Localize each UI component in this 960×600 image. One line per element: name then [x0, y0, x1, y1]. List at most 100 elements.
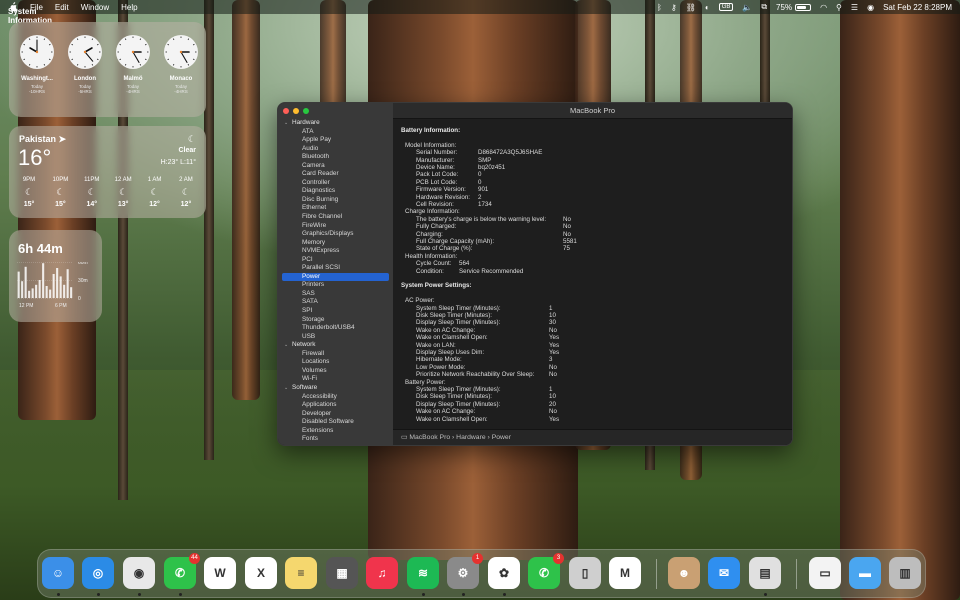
- sidebar-item-apple-pay[interactable]: Apple Pay: [282, 136, 389, 145]
- wifi-icon[interactable]: ◠: [820, 3, 827, 12]
- sidebar-item-thunderbolt-usb4[interactable]: Thunderbolt/USB4: [282, 324, 389, 333]
- sidebar-item-power[interactable]: Power: [282, 272, 389, 282]
- sidebar-item-nvmexpress[interactable]: NVMExpress: [282, 247, 389, 256]
- sidebar-item-card-reader[interactable]: Card Reader: [282, 170, 389, 179]
- sidebar-item-disc-burning[interactable]: Disc Burning: [282, 196, 389, 205]
- close-button[interactable]: [283, 108, 289, 114]
- bluetooth-icon[interactable]: ᛒ: [657, 3, 662, 12]
- path-item[interactable]: Hardware: [456, 434, 485, 441]
- property-value: 0: [478, 178, 482, 186]
- dock-finder[interactable]: ☺: [42, 557, 74, 589]
- sidebar-item-printers[interactable]: Printers: [282, 281, 389, 290]
- sidebar-item-pci[interactable]: PCI: [282, 256, 389, 265]
- sidebar-group-network[interactable]: ⌄ Network: [282, 341, 389, 350]
- battery-status[interactable]: 75%: [776, 3, 812, 12]
- menu-edit[interactable]: Edit: [55, 3, 69, 12]
- siri-icon[interactable]: ◉: [867, 3, 874, 12]
- world-clock[interactable]: Washingt... Today -10HRS: [17, 34, 57, 94]
- screen-time-widget[interactable]: 6h 44m 60m 30m 0 12 PM 6 PM: [9, 230, 102, 322]
- dock-mail[interactable]: ✉: [708, 557, 740, 589]
- sidebar-item-audio[interactable]: Audio: [282, 145, 389, 154]
- link-icon[interactable]: ⛓: [686, 3, 696, 12]
- sidebar-item-parallel-scsi[interactable]: Parallel SCSI: [282, 264, 389, 273]
- sidebar-item-locations[interactable]: Locations: [282, 358, 389, 367]
- sidebar-item-ethernet[interactable]: Ethernet: [282, 204, 389, 213]
- weather-widget[interactable]: Pakistan ➤ 16° ☾ Clear H:23° L:11° 9PM ☾…: [9, 126, 206, 218]
- path-item[interactable]: MacBook Pro: [409, 434, 450, 441]
- dock-whatsapp-business[interactable]: ✆ 3: [528, 553, 564, 589]
- sidebar-item-wi-fi[interactable]: Wi-Fi: [282, 375, 389, 384]
- dock-app-m[interactable]: M: [609, 557, 641, 589]
- control-center-icon[interactable]: ☰: [851, 3, 858, 12]
- dock-notes[interactable]: ≡: [285, 557, 317, 589]
- sidebar-item-extensions[interactable]: Extensions: [282, 427, 389, 436]
- screen-time-y-label: 0: [78, 296, 81, 302]
- sidebar-item-sata[interactable]: SATA: [282, 298, 389, 307]
- dock-whatsapp[interactable]: ✆ 44: [164, 553, 200, 589]
- dock-safari[interactable]: ◎: [82, 557, 114, 589]
- sidebar-item-bluetooth[interactable]: Bluetooth: [282, 153, 389, 162]
- sidebar-item-sas[interactable]: SAS: [282, 290, 389, 299]
- sidebar-item-controller[interactable]: Controller: [282, 179, 389, 188]
- dock-chatgpt[interactable]: ✿: [488, 557, 520, 589]
- property-value: 1: [549, 304, 553, 312]
- path-item[interactable]: Power: [492, 434, 511, 441]
- excel-icon: X: [256, 566, 265, 580]
- sidebar-item-spi[interactable]: SPI: [282, 307, 389, 316]
- property-key: Health Information:: [405, 252, 458, 260]
- sidebar-item-applications[interactable]: Applications: [282, 401, 389, 410]
- sidebar-item-usb[interactable]: USB: [282, 333, 389, 342]
- sidebar-item-memory[interactable]: Memory: [282, 239, 389, 248]
- sidebar-item-firewall[interactable]: Firewall: [282, 350, 389, 359]
- world-clock[interactable]: London Today -5HRS: [65, 34, 105, 94]
- sidebar-item-fibre-channel[interactable]: Fibre Channel: [282, 213, 389, 222]
- dock-calculator[interactable]: ▦: [326, 557, 358, 589]
- sidebar-item-graphics-displays[interactable]: Graphics/Displays: [282, 230, 389, 239]
- sidebar-item-firewire[interactable]: FireWire: [282, 222, 389, 231]
- sidebar-item-volumes[interactable]: Volumes: [282, 367, 389, 376]
- dock-trash[interactable]: ▥: [889, 557, 921, 589]
- sidebar-group-hardware[interactable]: ⌄ Hardware: [282, 119, 389, 128]
- running-indicator: [97, 593, 100, 596]
- screen-mirroring-icon[interactable]: ⧉: [761, 2, 767, 12]
- sidebar-item-accessibility[interactable]: Accessibility: [282, 393, 389, 402]
- sidebar-item-storage[interactable]: Storage: [282, 316, 389, 325]
- world-clock-widget[interactable]: Washingt... Today -10HRS London Today -5…: [9, 22, 206, 117]
- sidebar-item-diagnostics[interactable]: Diagnostics: [282, 187, 389, 196]
- menu-window[interactable]: Window: [81, 3, 109, 12]
- volume-icon[interactable]: 🔈: [742, 3, 752, 12]
- sidebar-item-camera[interactable]: Camera: [282, 162, 389, 171]
- finder-icon: ☺: [51, 566, 65, 580]
- zoom-button[interactable]: [303, 108, 309, 114]
- dock-folder[interactable]: ▬: [849, 557, 881, 589]
- chevron-down-icon[interactable]: ⌄: [284, 384, 292, 393]
- dock-excel[interactable]: X: [245, 557, 277, 589]
- notification-badge: 44: [189, 553, 200, 564]
- datetime[interactable]: Sat Feb 22 8:28PM: [883, 3, 952, 12]
- dock-contacts[interactable]: ☻: [668, 557, 700, 589]
- dock-document[interactable]: ▭: [809, 557, 841, 589]
- dock-chrome[interactable]: ◉: [123, 557, 155, 589]
- dock-system-information[interactable]: ▤: [749, 557, 781, 589]
- sidebar-item-disabled-software[interactable]: Disabled Software: [282, 418, 389, 427]
- key-icon[interactable]: ⚷: [671, 3, 677, 12]
- menu-help[interactable]: Help: [121, 3, 137, 12]
- world-clock[interactable]: Monaco Today -4HRS: [161, 34, 201, 94]
- sidebar-item-ata[interactable]: ATA: [282, 128, 389, 137]
- minimize-button[interactable]: [293, 108, 299, 114]
- sidebar-item-developer[interactable]: Developer: [282, 410, 389, 419]
- world-clock[interactable]: Malmö Today -4HRS: [113, 34, 153, 94]
- screen-time-bar: [45, 286, 48, 298]
- dock-music[interactable]: ♫: [366, 557, 398, 589]
- focus-icon[interactable]: ◐: [705, 3, 710, 12]
- sidebar-group-software[interactable]: ⌄ Software: [282, 384, 389, 393]
- spotlight-search-icon[interactable]: ⚲: [836, 3, 842, 12]
- input-source-indicator[interactable]: GB: [718, 3, 734, 11]
- chevron-down-icon[interactable]: ⌄: [284, 341, 292, 350]
- dock-iphone-mirroring[interactable]: ▯: [569, 557, 601, 589]
- dock-system-settings[interactable]: ⚙ 1: [447, 553, 483, 589]
- dock-word[interactable]: W: [204, 557, 236, 589]
- chevron-down-icon[interactable]: ⌄: [284, 119, 292, 128]
- dock-spotify[interactable]: ≋: [407, 557, 439, 589]
- sidebar-item-fonts[interactable]: Fonts: [282, 435, 389, 444]
